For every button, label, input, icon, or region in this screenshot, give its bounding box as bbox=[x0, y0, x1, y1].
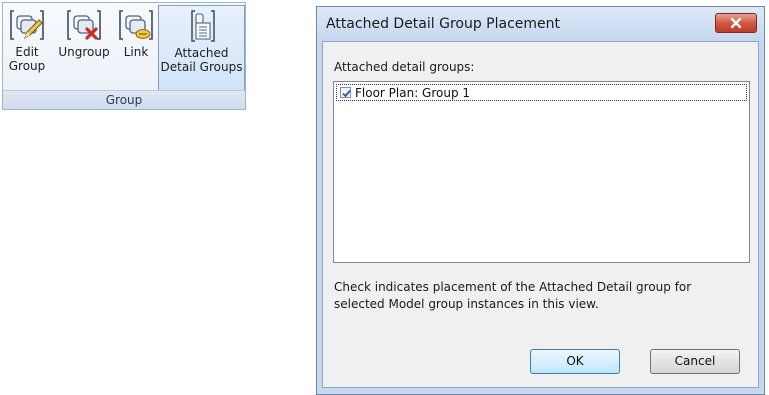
description-line-1: Check indicates placement of the Attache… bbox=[334, 280, 692, 294]
attached-detail-group-placement-dialog: Attached Detail Group Placement Attached… bbox=[316, 6, 765, 395]
close-icon bbox=[730, 17, 742, 29]
group-checkbox[interactable] bbox=[340, 87, 351, 98]
ribbon-panel-title[interactable]: Group bbox=[3, 90, 245, 109]
dialog-title: Attached Detail Group Placement bbox=[326, 16, 561, 32]
attached-detail-groups-button[interactable]: Attached Detail Groups bbox=[158, 5, 245, 91]
ungroup-icon bbox=[67, 10, 101, 40]
edit-group-label-2: Group bbox=[8, 59, 46, 73]
ok-button[interactable]: OK bbox=[530, 349, 620, 374]
link-button[interactable]: Link bbox=[116, 5, 156, 91]
dialog-body: Attached detail groups: Floor Plan: Grou… bbox=[322, 41, 759, 388]
list-item[interactable]: Floor Plan: Group 1 bbox=[336, 84, 747, 101]
cancel-button[interactable]: Cancel bbox=[650, 349, 740, 374]
description-line-2: selected Model group instances in this v… bbox=[334, 297, 599, 311]
ungroup-label: Ungroup bbox=[58, 45, 110, 59]
link-group-icon bbox=[119, 10, 153, 40]
attached-label-1: Attached bbox=[174, 46, 229, 60]
link-label: Link bbox=[123, 45, 149, 59]
check-icon bbox=[342, 89, 351, 98]
attached-detail-groups-icon bbox=[190, 10, 215, 42]
edit-group-icon bbox=[10, 10, 44, 40]
ribbon-panel-group: Edit Group Ungroup Link Attached Detail … bbox=[2, 2, 246, 110]
dialog-titlebar[interactable]: Attached Detail Group Placement bbox=[317, 7, 764, 41]
description-text: Check indicates placement of the Attache… bbox=[334, 279, 744, 313]
attached-groups-list[interactable]: Floor Plan: Group 1 bbox=[333, 81, 750, 263]
list-label: Attached detail groups: bbox=[334, 60, 475, 74]
close-button[interactable] bbox=[715, 13, 757, 33]
attached-label-2: Detail Groups bbox=[160, 60, 243, 74]
edit-group-label-1: Edit bbox=[15, 45, 39, 59]
ribbon-buttons: Edit Group Ungroup Link Attached Detail … bbox=[3, 3, 245, 93]
ungroup-button[interactable]: Ungroup bbox=[55, 5, 113, 91]
list-item-label: Floor Plan: Group 1 bbox=[355, 86, 471, 100]
edit-group-button[interactable]: Edit Group bbox=[5, 5, 49, 91]
